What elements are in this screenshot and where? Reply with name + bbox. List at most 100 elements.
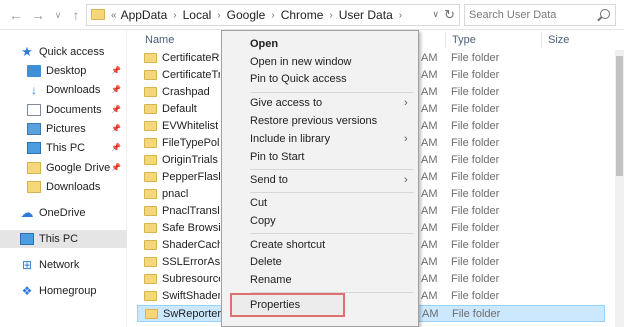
sidebar-item-downloads-folder[interactable]: Downloads	[0, 178, 127, 196]
breadcrumb-separator-icon[interactable]: ›	[217, 10, 220, 21]
menu-item-rename[interactable]: Rename	[250, 272, 292, 288]
file-name: Crashpad	[162, 86, 210, 98]
sidebar-item-this-pc[interactable]: This PC	[0, 230, 127, 248]
menu-item-delete[interactable]: Delete	[250, 254, 282, 270]
menu-item-create-shortcut[interactable]: Create shortcut	[250, 237, 325, 253]
file-name: CertificateRevocation	[162, 52, 220, 64]
pin-icon[interactable]: 📌	[111, 105, 121, 114]
vertical-scrollbar[interactable]	[615, 50, 624, 327]
homegroup-icon: ❖	[21, 284, 33, 298]
menu-separator	[250, 169, 414, 170]
sidebar-item-label: This PC	[39, 233, 79, 245]
sidebar-item-label: This PC	[46, 142, 86, 154]
breadcrumb-item[interactable]: User Data	[339, 8, 393, 22]
pin-icon[interactable]: 📌	[111, 163, 121, 172]
back-arrow-icon[interactable]: ←	[8, 6, 24, 24]
sidebar-item-network[interactable]: ⊞ Network	[0, 256, 127, 274]
file-type: File folder	[451, 103, 500, 115]
sidebar-item-label: Downloads	[46, 84, 101, 96]
pin-icon[interactable]: 📌	[111, 124, 121, 133]
search-input[interactable]	[469, 7, 589, 23]
column-divider[interactable]	[541, 32, 542, 48]
cloud-icon: ☁	[20, 205, 34, 220]
sidebar-item-homegroup[interactable]: ❖ Homegroup	[0, 282, 127, 300]
folder-icon	[144, 206, 157, 216]
column-header-type[interactable]: Type	[452, 30, 476, 50]
sidebar-item-this-pc-quick[interactable]: This PC 📌	[0, 139, 127, 157]
search-box[interactable]	[464, 4, 616, 26]
menu-item-copy[interactable]: Copy	[250, 213, 276, 229]
sidebar-item-pictures[interactable]: Pictures 📌	[0, 120, 127, 138]
file-name: CertificateTransparency	[162, 69, 220, 81]
menu-separator	[250, 192, 414, 193]
sidebar-item-quick-access[interactable]: ★ Quick access	[0, 43, 127, 61]
file-type: File folder	[451, 120, 500, 132]
computer-icon	[27, 142, 41, 154]
up-arrow-icon[interactable]: ↑	[68, 6, 84, 24]
sidebar-item-label: Pictures	[46, 123, 86, 135]
file-date: AM	[421, 86, 438, 98]
pin-icon[interactable]: 📌	[111, 85, 121, 94]
folder-icon	[27, 181, 41, 193]
sidebar-item-documents[interactable]: Documents 📌	[0, 101, 127, 119]
folder-icon	[144, 291, 157, 301]
sidebar-item-onedrive[interactable]: ☁ OneDrive	[0, 204, 127, 222]
breadcrumb-item[interactable]: Chrome	[281, 8, 324, 22]
submenu-arrow-icon: ›	[404, 174, 408, 186]
file-type: File folder	[451, 171, 500, 183]
file-type: File folder	[451, 52, 500, 64]
file-date: AM	[422, 308, 439, 320]
menu-item-restore-previous[interactable]: Restore previous versions	[250, 113, 377, 129]
file-name: SwiftShader	[162, 290, 220, 302]
menu-item-pin-quick-access[interactable]: Pin to Quick access	[250, 71, 347, 87]
sidebar-item-label: Quick access	[39, 46, 105, 58]
folder-icon	[144, 104, 157, 114]
breadcrumb-item[interactable]: Google	[227, 8, 266, 22]
sidebar-item-label: OneDrive	[39, 207, 86, 219]
breadcrumb-separator-icon[interactable]: ›	[329, 10, 332, 21]
menu-item-send-to[interactable]: Send to	[250, 172, 288, 188]
folder-icon	[144, 172, 157, 182]
refresh-icon[interactable]: ↻	[444, 7, 455, 23]
column-header-size[interactable]: Size	[548, 30, 569, 50]
file-type: File folder	[451, 205, 500, 217]
menu-item-pin-start[interactable]: Pin to Start	[250, 149, 304, 165]
file-type: File folder	[451, 273, 500, 285]
column-divider[interactable]	[445, 32, 446, 48]
pin-icon[interactable]: 📌	[111, 143, 121, 152]
search-icon[interactable]	[600, 9, 610, 19]
recent-locations-chevron-icon[interactable]: ∨	[50, 6, 66, 24]
address-dropdown-icon[interactable]: ∨	[432, 9, 439, 20]
sidebar-item-desktop[interactable]: Desktop 📌	[0, 62, 127, 80]
sidebar-item-downloads[interactable]: ↓ Downloads 📌	[0, 81, 127, 99]
folder-icon	[144, 87, 157, 97]
breadcrumb-separator-icon[interactable]: ›	[399, 10, 402, 21]
sidebar-item-google-drive[interactable]: Google Drive 📌	[0, 159, 127, 177]
breadcrumb-item[interactable]: Local	[183, 8, 212, 22]
desktop-icon	[27, 65, 41, 77]
menu-item-include-library[interactable]: Include in library	[250, 131, 330, 147]
breadcrumb-item[interactable]: AppData	[121, 8, 168, 22]
menu-item-give-access[interactable]: Give access to	[250, 95, 322, 111]
sidebar-item-label: Downloads	[46, 181, 101, 193]
file-date: AM	[421, 103, 438, 115]
menu-item-properties[interactable]: Properties	[250, 297, 300, 313]
menu-separator	[250, 233, 414, 234]
pin-icon[interactable]: 📌	[111, 66, 121, 75]
forward-arrow-icon[interactable]: →	[30, 6, 46, 24]
breadcrumb: « AppData › Local › Google › Chrome › Us…	[111, 8, 408, 22]
scrollbar-thumb[interactable]	[616, 56, 623, 176]
folder-icon	[145, 309, 158, 319]
column-header-name[interactable]: Name	[145, 30, 174, 50]
sidebar-item-label: Network	[39, 259, 80, 271]
overflow-chevron-icon[interactable]: «	[111, 10, 117, 21]
menu-item-open[interactable]: Open	[250, 36, 278, 52]
menu-item-cut[interactable]: Cut	[250, 195, 267, 211]
folder-icon	[144, 155, 157, 165]
breadcrumb-separator-icon[interactable]: ›	[173, 10, 176, 21]
breadcrumb-separator-icon[interactable]: ›	[271, 10, 274, 21]
file-type: File folder	[451, 188, 500, 200]
menu-item-open-new-window[interactable]: Open in new window	[250, 54, 352, 70]
address-bar[interactable]: « AppData › Local › Google › Chrome › Us…	[86, 4, 460, 26]
file-name: pnacl	[162, 188, 189, 200]
